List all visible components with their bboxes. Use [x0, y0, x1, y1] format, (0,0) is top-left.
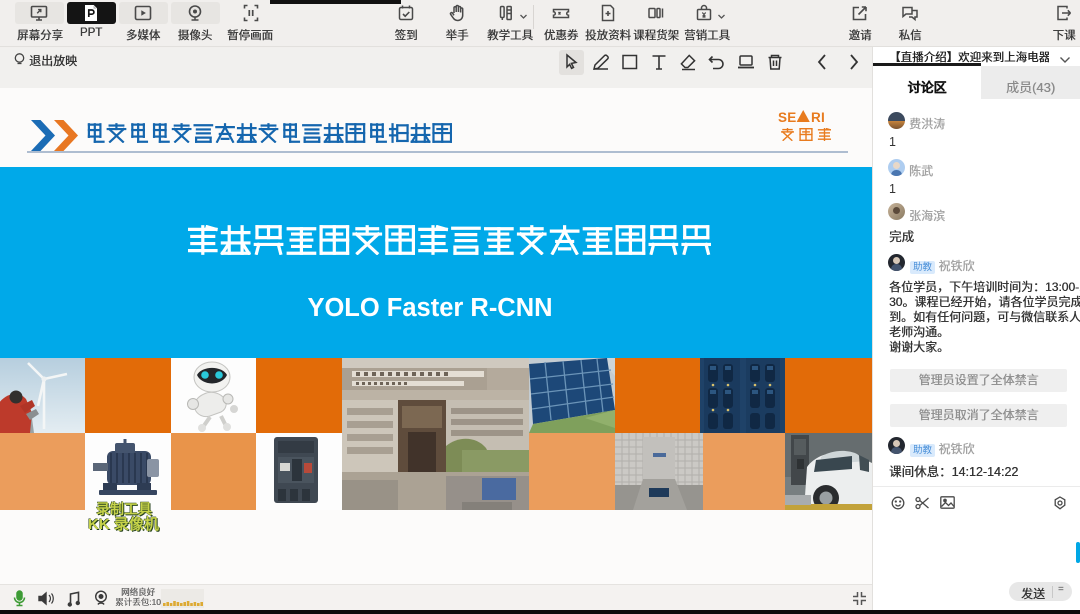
svg-text:SE: SE [778, 110, 797, 124]
svg-text:RI: RI [811, 110, 825, 124]
